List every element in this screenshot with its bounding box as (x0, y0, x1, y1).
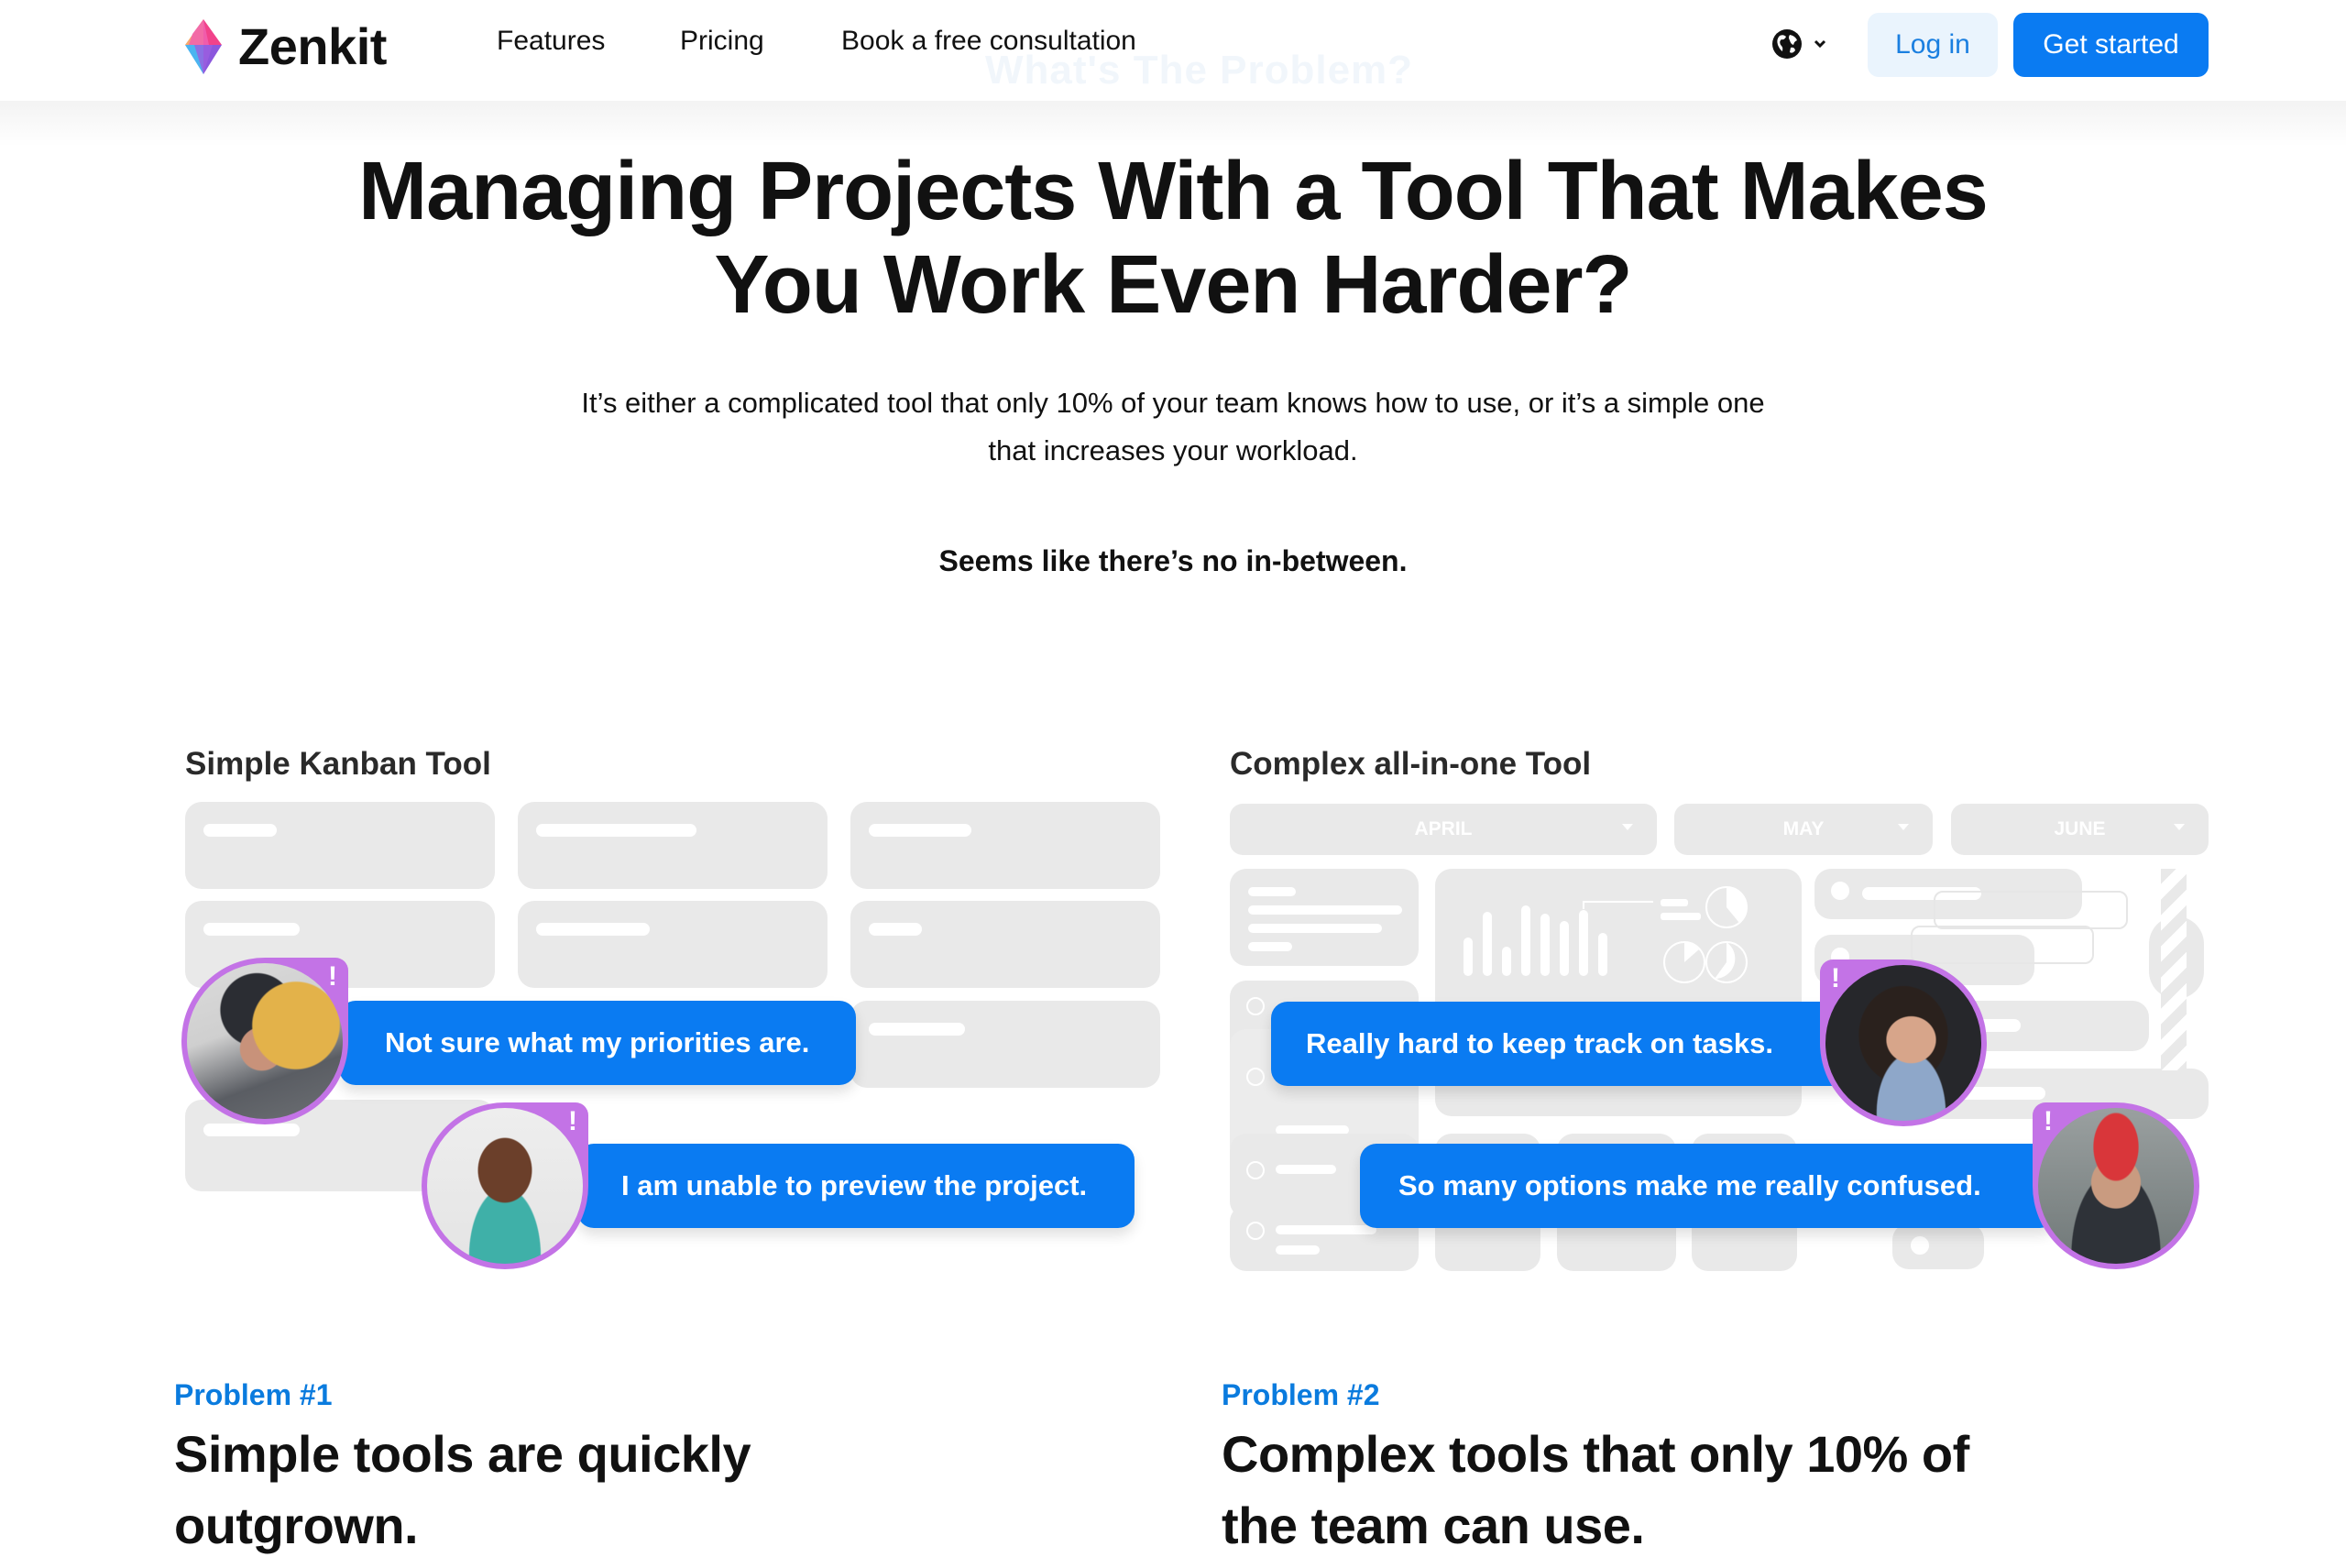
title-line-1: Managing Projects With a Tool That Makes (358, 146, 1989, 237)
heading-line: the team can use. (1222, 1497, 1645, 1554)
kanban-card (518, 901, 828, 988)
heading-line: Complex tools that only 10% of (1222, 1425, 1969, 1483)
page-title: Managing Projects With a Tool That Makes… (0, 145, 2346, 332)
problem-2-label: Problem #2 (1222, 1378, 1380, 1411)
brand-name: Zenkit (238, 17, 387, 75)
avatar-user-2: ! (422, 1102, 588, 1269)
zenkit-logo[interactable]: Zenkit (181, 16, 387, 76)
gantt-outline (1911, 926, 2094, 964)
chevron-down-icon (1814, 39, 1826, 49)
user-photo (187, 963, 343, 1119)
alert-icon: ! (2044, 1106, 2053, 1136)
problem-2-heading: Complex tools that only 10% of the team … (1222, 1419, 2046, 1562)
month-label: APRIL (1414, 818, 1473, 839)
caret-down-icon (2174, 824, 2185, 830)
complaint-bubble: Really hard to keep track on tasks. (1271, 1002, 1858, 1086)
nav-pricing[interactable]: Pricing (680, 26, 764, 57)
globe-icon (1772, 29, 1802, 59)
kanban-card (850, 901, 1160, 988)
subtitle-line-2: that increases your workload. (988, 434, 1358, 466)
gantt-outline (1934, 891, 2128, 929)
problem-1-label: Problem #1 (174, 1378, 333, 1411)
hero-tagline: Seems like there’s no in-between. (938, 544, 1408, 577)
gantt-bar (1892, 1223, 1984, 1269)
list-card (1230, 869, 1419, 966)
user-photo (427, 1108, 583, 1264)
nav-features[interactable]: Features (497, 26, 605, 57)
heading-line: outgrown. (174, 1497, 419, 1554)
get-started-button[interactable]: Get started (2013, 13, 2209, 77)
month-dropdown-april: APRIL (1230, 804, 1657, 855)
caret-down-icon (1898, 824, 1909, 830)
kanban-card (518, 802, 828, 889)
language-selector[interactable] (1770, 27, 1827, 60)
complaint-bubble: Not sure what my priorities are. (339, 1001, 856, 1085)
alert-icon: ! (328, 961, 337, 992)
caret-down-icon (1622, 824, 1633, 830)
title-line-2: You Work Even Harder? (714, 239, 1633, 331)
complaint-bubble: I am unable to preview the project. (577, 1144, 1135, 1228)
month-dropdown-june: JUNE (1951, 804, 2209, 855)
month-label: JUNE (2054, 818, 2106, 839)
avatar-user-1: ! (181, 958, 348, 1124)
complaint-bubble: So many options make me really confused. (1360, 1144, 2056, 1228)
simple-tool-label: Simple Kanban Tool (185, 746, 491, 782)
user-photo (2038, 1108, 2194, 1264)
zenkit-diamond-icon (185, 18, 222, 74)
kanban-card (185, 802, 495, 889)
header-shadow (0, 101, 2346, 147)
alert-icon: ! (1831, 963, 1840, 993)
month-label: MAY (1782, 818, 1825, 839)
avatar-user-3: ! (1820, 959, 1987, 1126)
avatar-user-4: ! (2033, 1102, 2199, 1269)
alert-icon: ! (568, 1106, 577, 1136)
kanban-card (850, 802, 1160, 889)
kanban-card (850, 1001, 1160, 1088)
striped-scroll-track (2161, 869, 2187, 1070)
month-dropdown-may: MAY (1674, 804, 1933, 855)
complex-tool-label: Complex all-in-one Tool (1230, 746, 1592, 782)
hero-subtitle: It’s either a complicated tool that only… (513, 379, 1833, 475)
problem-1-heading: Simple tools are quickly outgrown. (174, 1419, 999, 1562)
nav-book-consultation[interactable]: Book a free consultation (841, 26, 1136, 57)
heading-line: Simple tools are quickly (174, 1425, 751, 1483)
login-button[interactable]: Log in (1868, 13, 1998, 77)
user-photo (1825, 965, 1981, 1121)
bar-and-pie-chart-icon (1464, 886, 1748, 983)
subtitle-line-1: It’s either a complicated tool that only… (581, 387, 1765, 419)
